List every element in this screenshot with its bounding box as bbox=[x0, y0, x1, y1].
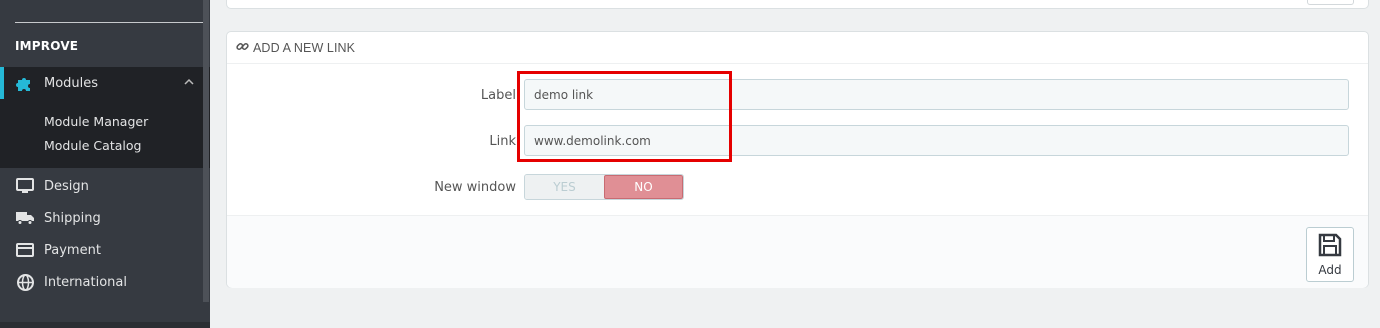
sidebar-item-label: International bbox=[44, 274, 127, 290]
sidebar-item-modules[interactable]: Modules bbox=[0, 67, 203, 99]
sidebar-section-title: IMPROVE bbox=[15, 39, 79, 53]
sidebar-item-international[interactable]: International bbox=[0, 266, 203, 298]
panel-title: ADD A NEW LINK bbox=[253, 40, 356, 55]
sidebar-item-shipping[interactable]: Shipping bbox=[0, 202, 203, 234]
new-window-label: New window bbox=[434, 180, 516, 195]
sidebar-item-payment[interactable]: Payment bbox=[0, 234, 203, 266]
sidebar-item-label: Design bbox=[44, 178, 89, 194]
add-button[interactable]: Add bbox=[1306, 227, 1354, 282]
link-field-label: Link bbox=[489, 134, 516, 149]
puzzle-icon bbox=[15, 74, 35, 92]
credit-card-icon bbox=[15, 241, 35, 259]
sidebar-item-design[interactable]: Design bbox=[0, 170, 203, 202]
previous-panel-button[interactable] bbox=[1307, 0, 1354, 5]
floppy-disk-icon bbox=[1318, 233, 1342, 261]
sidebar: IMPROVE Modules Module Manager Module Ca… bbox=[0, 0, 210, 328]
sidebar-subitem-module-manager[interactable]: Module Manager bbox=[44, 114, 148, 129]
label-field-label: Label bbox=[480, 88, 516, 103]
sidebar-item-label: Shipping bbox=[44, 210, 101, 226]
switch-option-yes[interactable]: YES bbox=[525, 175, 604, 199]
sidebar-item-label: Payment bbox=[44, 242, 101, 258]
globe-icon bbox=[15, 273, 35, 291]
truck-icon bbox=[15, 209, 35, 227]
chevron-up-icon[interactable] bbox=[183, 76, 195, 92]
panel-footer: Add bbox=[227, 215, 1368, 288]
previous-panel bbox=[226, 0, 1369, 9]
sidebar-subitem-module-catalog[interactable]: Module Catalog bbox=[44, 138, 141, 153]
panel-header: ADD A NEW LINK bbox=[227, 32, 1368, 64]
switch-option-no[interactable]: NO bbox=[603, 175, 683, 199]
add-button-label: Add bbox=[1318, 262, 1342, 277]
sidebar-item-label: Modules bbox=[44, 75, 99, 91]
sidebar-active-group: Modules Module Manager Module Catalog bbox=[0, 67, 210, 168]
new-window-switch[interactable]: YES NO bbox=[524, 174, 684, 200]
add-link-panel: ADD A NEW LINK Label demo link Link www.… bbox=[226, 31, 1369, 288]
highlight-box bbox=[517, 71, 732, 162]
monitor-icon bbox=[15, 177, 35, 195]
sidebar-scrollbar[interactable] bbox=[203, 0, 209, 302]
sidebar-divider bbox=[15, 22, 208, 23]
sidebar-footer bbox=[0, 322, 210, 328]
link-icon bbox=[236, 38, 249, 57]
